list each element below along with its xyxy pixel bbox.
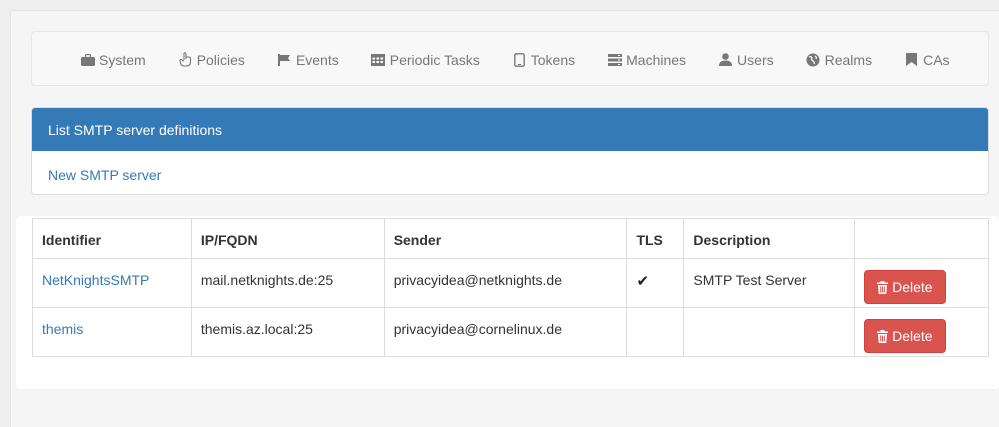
- nav-item-label: System: [99, 51, 146, 68]
- header-tls: TLS: [626, 218, 685, 259]
- cell-actions: Delete: [854, 307, 989, 357]
- nav-item-events[interactable]: Events: [277, 52, 339, 68]
- cell-actions: Delete: [854, 258, 989, 308]
- header-sender: Sender: [383, 218, 628, 259]
- flag-icon: [277, 53, 292, 67]
- panel-heading: List SMTP server definitions: [32, 108, 988, 151]
- nav-item-label: Realms: [824, 51, 873, 68]
- nav-item-label: CAs: [923, 51, 950, 68]
- identifier-link[interactable]: NetKnightsSMTP: [42, 272, 149, 288]
- cell-ip: mail.netknights.de:25: [190, 258, 385, 308]
- nav-item-tokens[interactable]: Tokens: [512, 52, 575, 68]
- nav-item-machines[interactable]: Machines: [607, 52, 686, 68]
- cell-description: SMTP Test Server: [683, 258, 856, 308]
- table-container: Identifier IP/FQDN Sender TLS Descriptio…: [16, 216, 999, 389]
- nav-item-users[interactable]: Users: [718, 52, 774, 68]
- user-icon: [718, 53, 733, 67]
- new-smtp-server-link[interactable]: New SMTP server: [48, 167, 161, 183]
- cell-identifier: NetKnightsSMTP: [32, 258, 192, 308]
- cell-description: [683, 307, 856, 357]
- header-identifier: Identifier: [32, 218, 192, 259]
- nav-item-cas[interactable]: CAs: [904, 51, 950, 68]
- briefcase-icon: [80, 53, 95, 67]
- trash-icon: [877, 280, 889, 294]
- panel-body: New SMTP server: [32, 151, 988, 183]
- nav-item-label: Events: [295, 51, 339, 68]
- nav-item-label: Users: [737, 51, 774, 68]
- header-ip-fqdn: IP/FQDN: [190, 218, 385, 259]
- cell-sender: privacyidea@cornelinux.de: [383, 307, 628, 357]
- nav-item-realms[interactable]: Realms: [806, 52, 872, 68]
- bookmark-icon: [904, 53, 919, 67]
- phone-icon: [512, 52, 527, 67]
- cell-ip: themis.az.local:25: [190, 307, 385, 357]
- check-icon: ✔: [636, 273, 650, 290]
- cell-sender: privacyidea@netknights.de: [383, 258, 628, 308]
- table-row: themis themis.az.local:25 privacyidea@co…: [32, 307, 989, 357]
- cell-tls: ✔: [626, 258, 685, 308]
- nav-item-label: Periodic Tasks: [389, 51, 480, 68]
- trash-icon: [877, 329, 889, 343]
- delete-button-label: Delete: [892, 279, 933, 295]
- delete-button[interactable]: Delete: [864, 270, 946, 304]
- config-navbar: System Policies Events Periodic Tasks To…: [31, 31, 989, 86]
- smtp-server-table: Identifier IP/FQDN Sender TLS Descriptio…: [32, 218, 989, 357]
- config-nav-items: System Policies Events Periodic Tasks To…: [80, 32, 982, 87]
- header-actions: [854, 218, 989, 259]
- nav-item-label: Tokens: [530, 51, 576, 68]
- nav-item-periodic-tasks[interactable]: Periodic Tasks: [371, 52, 480, 68]
- identifier-link[interactable]: themis: [42, 321, 83, 337]
- cell-identifier: themis: [32, 307, 192, 357]
- delete-button-label: Delete: [892, 328, 933, 344]
- delete-button[interactable]: Delete: [864, 319, 946, 353]
- globe-icon: [806, 53, 821, 67]
- header-description: Description: [683, 218, 856, 259]
- table-header-row: Identifier IP/FQDN Sender TLS Descriptio…: [32, 218, 989, 259]
- nav-item-label: Policies: [196, 51, 245, 68]
- cell-tls: [626, 307, 685, 357]
- smtp-panel: List SMTP server definitions New SMTP se…: [31, 107, 989, 195]
- nav-item-policies[interactable]: Policies: [178, 52, 245, 68]
- server-icon: [607, 53, 622, 67]
- calendar-icon: [371, 53, 386, 67]
- nav-item-system[interactable]: System: [80, 52, 146, 68]
- hand-icon: [178, 52, 193, 67]
- nav-item-label: Machines: [626, 51, 687, 68]
- table-row: NetKnightsSMTP mail.netknights.de:25 pri…: [32, 258, 989, 308]
